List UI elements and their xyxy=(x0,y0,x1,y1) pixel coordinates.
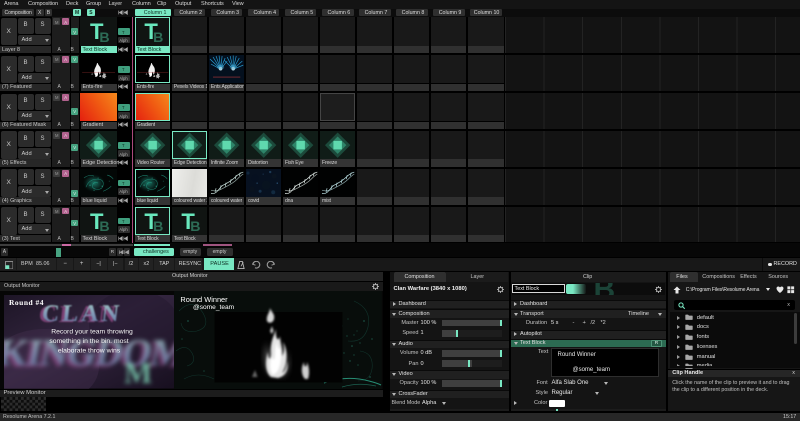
svg-text:Record your team throwing: Record your team throwing xyxy=(51,329,133,336)
svg-text:elaborate throw wins: elaborate throw wins xyxy=(57,348,120,355)
svg-text:Round #4: Round #4 xyxy=(9,298,44,307)
svg-text:M: M xyxy=(124,357,152,389)
svg-text:something in the bin. most: something in the bin. most xyxy=(49,338,128,345)
svg-text:CLAN: CLAN xyxy=(40,301,123,327)
